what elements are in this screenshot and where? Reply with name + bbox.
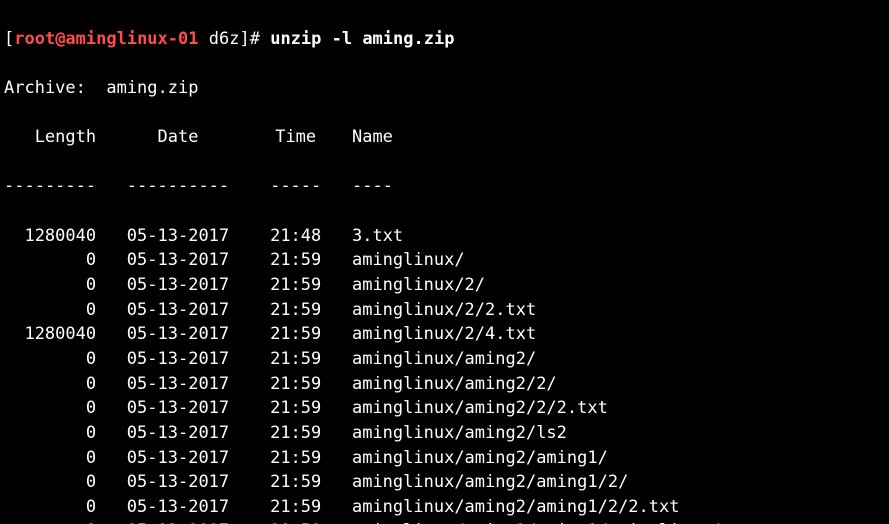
row-length: 0 — [4, 372, 96, 397]
row-length: 0 — [4, 347, 96, 372]
row-length: 0 — [4, 470, 96, 495]
header-date: Date — [117, 125, 240, 150]
row-name: aminglinux/aming2/aming1/ — [352, 446, 608, 471]
file-row: 0 05-13-2017 21:59 aminglinux/aming2/2/2.tx… — [4, 396, 885, 421]
prompt-line[interactable]: [root@aminglinux-01 d6z]# unzip -l aming… — [4, 27, 885, 52]
row-length: 0 — [4, 298, 96, 323]
row-length: 1280040 — [4, 224, 96, 249]
row-date: 05-13-2017 — [117, 298, 240, 323]
prompt-symbol: # — [250, 29, 260, 49]
file-row: 0 05-13-2017 21:59 aminglinux/aming2/ — [4, 347, 885, 372]
row-name: aminglinux/2/ — [352, 273, 485, 298]
row-name: aminglinux/aming2/ls2 — [352, 421, 567, 446]
row-name: aminglinux/aming2/aming1/aminglinux/ — [352, 519, 720, 524]
row-time: 21:59 — [260, 470, 332, 495]
file-row: 0 05-13-2017 21:59 aminglinux/aming2/aming1… — [4, 470, 885, 495]
row-name: aminglinux/2/4.txt — [352, 322, 536, 347]
file-row: 0 05-13-2017 21:59 aminglinux/aming2/2/ — [4, 372, 885, 397]
file-row: 0 05-13-2017 21:59 aminglinux/ — [4, 248, 885, 273]
row-time: 21:59 — [260, 519, 332, 524]
row-time: 21:59 — [260, 421, 332, 446]
row-date: 05-13-2017 — [117, 396, 240, 421]
command-text: unzip -l aming.zip — [270, 29, 454, 49]
separator-top: ---------------------------- — [4, 174, 885, 199]
row-name: aminglinux/aming2/aming1/2/2.txt — [352, 495, 680, 520]
row-time: 21:59 — [260, 495, 332, 520]
row-date: 05-13-2017 — [117, 322, 240, 347]
terminal-output: [root@aminglinux-01 d6z]# unzip -l aming… — [0, 0, 889, 524]
row-time: 21:59 — [260, 322, 332, 347]
row-length: 0 — [4, 396, 96, 421]
prompt-cwd: d6z — [209, 29, 240, 49]
row-name: aminglinux/aming2/2/2.txt — [352, 396, 608, 421]
row-date: 05-13-2017 — [117, 446, 240, 471]
header-name: Name — [352, 125, 393, 150]
row-time: 21:59 — [260, 396, 332, 421]
file-row: 1280040 05-13-2017 21:59 aminglinux/2/4.txt — [4, 322, 885, 347]
row-time: 21:59 — [260, 248, 332, 273]
file-row: 0 05-13-2017 21:59 aminglinux/aming2/ls2 — [4, 421, 885, 446]
row-length: 0 — [4, 519, 96, 524]
row-date: 05-13-2017 — [117, 347, 240, 372]
row-date: 05-13-2017 — [117, 495, 240, 520]
row-name: aminglinux/aming2/2/ — [352, 372, 557, 397]
row-name: aminglinux/aming2/aming1/2/ — [352, 470, 628, 495]
header-row: Length Date Time Name — [4, 125, 885, 150]
row-time: 21:59 — [260, 372, 332, 397]
row-time: 21:59 — [260, 298, 332, 323]
row-date: 05-13-2017 — [117, 470, 240, 495]
row-length: 0 — [4, 446, 96, 471]
row-time: 21:59 — [260, 446, 332, 471]
row-date: 05-13-2017 — [117, 273, 240, 298]
file-rows: 1280040 05-13-2017 21:48 3.txt 0 05-13-2017 21… — [4, 224, 885, 524]
row-date: 05-13-2017 — [117, 372, 240, 397]
row-name: 3.txt — [352, 224, 403, 249]
row-date: 05-13-2017 — [117, 248, 240, 273]
row-date: 05-13-2017 — [117, 421, 240, 446]
row-length: 0 — [4, 495, 96, 520]
row-name: aminglinux/aming2/ — [352, 347, 536, 372]
prompt-user-host: root@aminglinux-01 — [14, 29, 198, 49]
row-length: 1280040 — [4, 322, 96, 347]
row-time: 21:59 — [260, 347, 332, 372]
file-row: 1280040 05-13-2017 21:48 3.txt — [4, 224, 885, 249]
row-date: 05-13-2017 — [117, 519, 240, 524]
row-date: 05-13-2017 — [117, 224, 240, 249]
file-row: 0 05-13-2017 21:59 aminglinux/2/ — [4, 273, 885, 298]
row-time: 21:59 — [260, 273, 332, 298]
header-time: Time — [260, 125, 332, 150]
row-time: 21:48 — [260, 224, 332, 249]
row-length: 0 — [4, 248, 96, 273]
file-row: 0 05-13-2017 21:59 aminglinux/aming2/aming1… — [4, 519, 885, 524]
file-row: 0 05-13-2017 21:59 aminglinux/aming2/aming1… — [4, 495, 885, 520]
header-length: Length — [4, 125, 96, 150]
row-length: 0 — [4, 273, 96, 298]
archive-line: Archive: aming.zip — [4, 76, 885, 101]
file-row: 0 05-13-2017 21:59 aminglinux/2/2.txt — [4, 298, 885, 323]
row-name: aminglinux/2/2.txt — [352, 298, 536, 323]
file-row: 0 05-13-2017 21:59 aminglinux/aming2/aming1… — [4, 446, 885, 471]
row-name: aminglinux/ — [352, 248, 465, 273]
row-length: 0 — [4, 421, 96, 446]
